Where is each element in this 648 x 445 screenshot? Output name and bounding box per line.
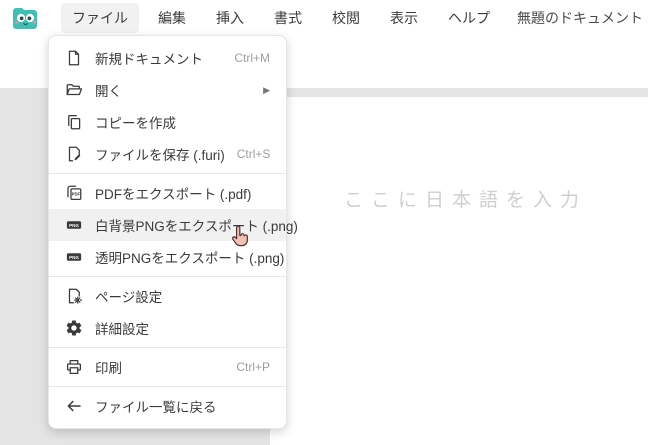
menubar-items: ファイル 編集 挿入 書式 校閲 表示 ヘルプ <box>61 3 501 33</box>
menubar-item-format[interactable]: 書式 <box>263 3 313 33</box>
menu-item-label: 透明PNGをエクスポート (.png) <box>95 251 285 266</box>
menu-item-shortcut: Ctrl+M <box>234 51 270 65</box>
menu-item[interactable]: ファイル一覧に戻る <box>49 390 286 422</box>
hand-cursor-icon <box>232 225 248 247</box>
copy-icon <box>65 113 83 131</box>
menu-item-label: 開く <box>95 84 122 99</box>
document-page[interactable]: ここに日本語を入力 <box>270 97 648 445</box>
menubar-item-review[interactable]: 校閲 <box>321 3 371 33</box>
pdf-export-icon: PDF <box>65 184 83 202</box>
printer-icon <box>65 358 83 376</box>
png-export-icon: PNG <box>65 216 83 234</box>
menu-item-label: 新規ドキュメント <box>95 52 203 67</box>
menu-item[interactable]: 新規ドキュメント Ctrl+M <box>49 42 286 74</box>
menubar-item-insert[interactable]: 挿入 <box>205 3 255 33</box>
open-folder-icon <box>65 81 83 99</box>
menu-item-label: ページ設定 <box>95 290 163 305</box>
menu-separator <box>49 386 286 387</box>
menu-item[interactable]: ページ設定 <box>49 280 286 312</box>
menu-separator <box>49 347 286 348</box>
page-settings-icon <box>65 287 83 305</box>
menu-item-shortcut: Ctrl+S <box>236 147 271 161</box>
save-file-icon <box>65 145 83 163</box>
menubar: ファイル編集挿入書式校閲表示ヘルプ 無題のドキュメント ✓ <box>0 0 648 36</box>
back-arrow-icon <box>65 397 83 415</box>
menubar-item-file[interactable]: ファイル <box>61 3 139 33</box>
editor-placeholder: ここに日本語を入力 <box>344 189 588 211</box>
menu-item-shortcut: Ctrl+P <box>236 360 270 374</box>
app-window: ここに日本語を入力 ファイル編集挿入書式校閲表示ヘルプ 無題のドキュメント ✓ … <box>0 0 648 445</box>
menu-item[interactable]: 開く ▶ <box>49 74 286 106</box>
menu-item-label: ファイル一覧に戻る <box>95 400 217 415</box>
menu-item-label: 印刷 <box>95 361 122 376</box>
menu-item-label: 白背景PNGをエクスポート (.png) <box>95 219 298 234</box>
menu-separator <box>49 276 286 277</box>
submenu-arrow-icon: ▶ <box>263 84 270 95</box>
menu-item[interactable]: 詳細設定 <box>49 312 286 344</box>
menubar-item-help[interactable]: ヘルプ <box>437 3 501 33</box>
menu-item[interactable]: PDF PDFをエクスポート (.pdf) <box>49 177 286 209</box>
menu-item[interactable]: コピーを作成 <box>49 106 286 138</box>
new-document-icon <box>65 49 83 67</box>
menu-item-label: PDFをエクスポート (.pdf) <box>95 187 252 202</box>
menu-item-label: 詳細設定 <box>95 322 149 337</box>
menu-item[interactable]: 印刷 Ctrl+P <box>49 351 286 383</box>
png-export-icon: PNG <box>65 248 83 266</box>
menu-separator <box>49 173 286 174</box>
menubar-item-view[interactable]: 表示 <box>379 3 429 33</box>
svg-text:PNG: PNG <box>69 255 79 260</box>
svg-text:PDF: PDF <box>72 192 81 197</box>
menu-item-label: ファイルを保存 (.furi) <box>95 148 225 163</box>
menubar-item-edit[interactable]: 編集 <box>147 3 197 33</box>
gear-icon <box>65 319 83 337</box>
document-title[interactable]: 無題のドキュメント <box>517 8 643 28</box>
svg-text:PNG: PNG <box>69 223 79 228</box>
menu-item[interactable]: ファイルを保存 (.furi) Ctrl+S <box>49 138 286 170</box>
menu-item-label: コピーを作成 <box>95 116 176 131</box>
app-logo-icon[interactable] <box>11 5 39 31</box>
